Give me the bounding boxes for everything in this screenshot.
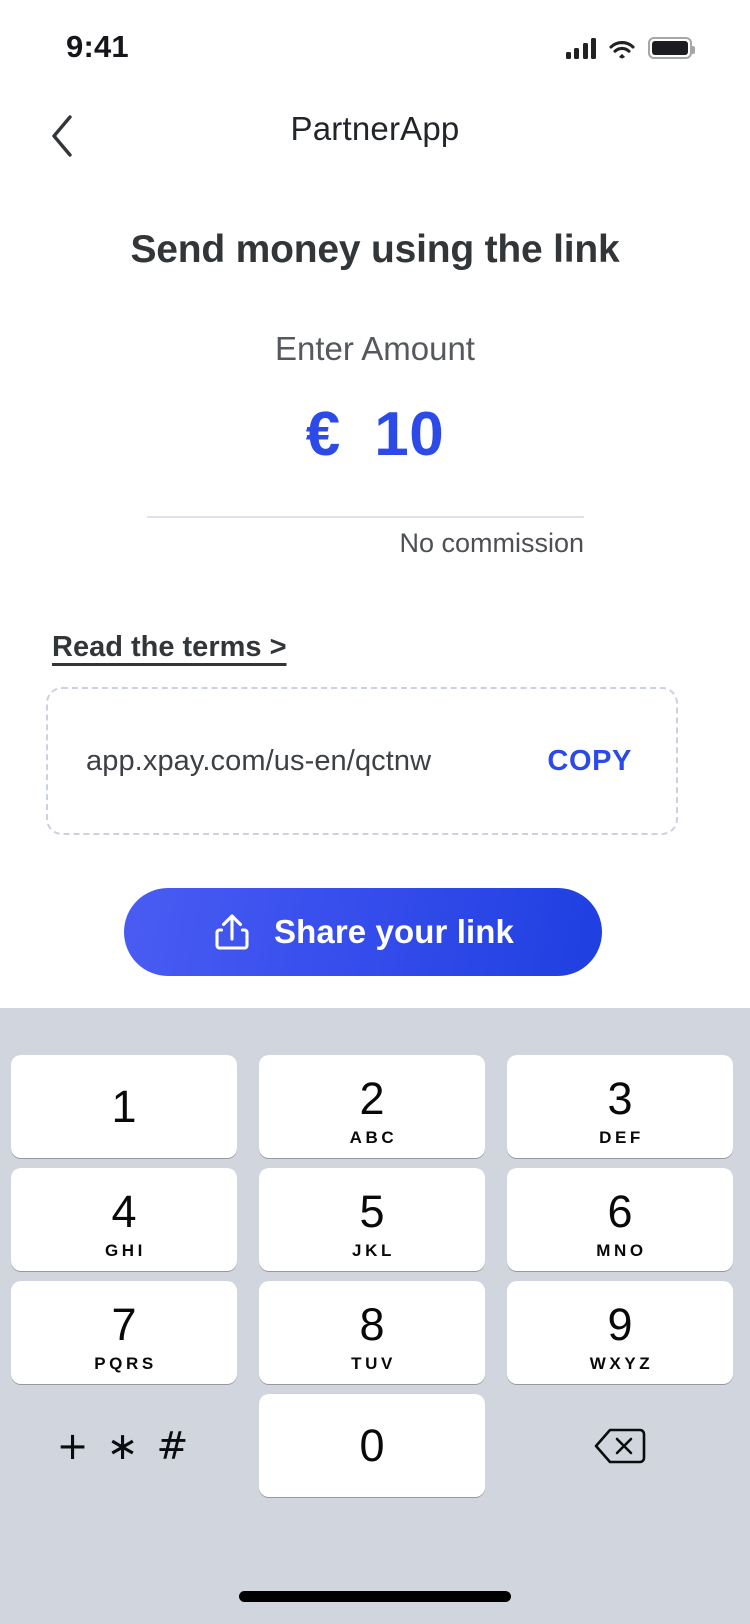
key-digit: 5 (359, 1185, 385, 1237)
key-7[interactable]: 7 PQRS (11, 1281, 237, 1384)
share-link-box: app.xpay.com/us-en/qctnw COPY (46, 687, 678, 835)
home-indicator (239, 1591, 511, 1602)
share-button-label: Share your link (274, 913, 514, 950)
key-digit: 1 (111, 1081, 137, 1132)
numeric-keypad: 1 2 ABC 3 DEF 4 GHI 5 JKL 6 MNO 7 PQRS 8… (0, 1008, 750, 1624)
key-letters: DEF (599, 1127, 644, 1147)
key-digit: 7 (111, 1298, 137, 1350)
keypad-row: + ∗ # 0 (0, 1394, 750, 1497)
key-0[interactable]: 0 (259, 1394, 485, 1497)
keypad-grid: 1 2 ABC 3 DEF 4 GHI 5 JKL 6 MNO 7 PQRS 8… (0, 1055, 750, 1507)
enter-amount-label: Enter Amount (275, 330, 475, 367)
commission-note: No commission (399, 528, 584, 558)
read-terms-link[interactable]: Read the terms > (52, 631, 287, 664)
key-6[interactable]: 6 MNO (507, 1168, 733, 1271)
key-letters: TUV (351, 1353, 396, 1373)
headline: Send money using the link (130, 228, 620, 271)
backspace-delete-icon (594, 1428, 646, 1463)
key-4[interactable]: 4 GHI (11, 1168, 237, 1271)
status-bar-icons (565, 37, 695, 59)
share-upload-icon (215, 914, 249, 950)
amount-value: 10 (374, 400, 445, 469)
key-9[interactable]: 9 WXYZ (507, 1281, 733, 1384)
key-symbols-label: + ∗ # (56, 1423, 192, 1468)
key-letters: WXYZ (589, 1353, 654, 1373)
share-your-link-button[interactable]: Share your link (124, 888, 602, 976)
key-delete[interactable] (507, 1394, 733, 1497)
copy-button[interactable]: COPY (547, 745, 632, 778)
keypad-row: 4 GHI 5 JKL 6 MNO (0, 1168, 750, 1271)
key-2[interactable]: 2 ABC (259, 1055, 485, 1158)
key-letters: MNO (596, 1240, 647, 1260)
keypad-row: 1 2 ABC 3 DEF (0, 1055, 750, 1158)
key-digit: 0 (359, 1420, 385, 1471)
key-8[interactable]: 8 TUV (259, 1281, 485, 1384)
cellular-signal-icon (565, 37, 596, 59)
key-letters: GHI (104, 1240, 147, 1260)
keypad-row: 7 PQRS 8 TUV 9 WXYZ (0, 1281, 750, 1384)
key-digit: 3 (607, 1072, 633, 1124)
status-bar-time: 9:41 (66, 29, 129, 64)
phone-screen: 9:41 PartnerApp Send money using the lin… (0, 0, 750, 1624)
key-letters: JKL (352, 1240, 395, 1260)
key-5[interactable]: 5 JKL (259, 1168, 485, 1271)
amount-divider (147, 516, 584, 518)
key-digit: 4 (111, 1185, 137, 1237)
share-link-url: app.xpay.com/us-en/qctnw (86, 744, 432, 777)
key-1[interactable]: 1 (11, 1055, 237, 1158)
key-3[interactable]: 3 DEF (507, 1055, 733, 1158)
currency-symbol: € (305, 400, 341, 469)
nav-bar: PartnerApp (0, 88, 750, 184)
key-symbols[interactable]: + ∗ # (11, 1394, 237, 1497)
page-title: PartnerApp (290, 110, 460, 147)
status-bar: 9:41 (0, 0, 750, 88)
key-letters: ABC (349, 1127, 398, 1147)
wifi-icon (609, 40, 635, 59)
battery-icon (648, 37, 695, 59)
key-digit: 9 (607, 1298, 633, 1350)
key-digit: 2 (359, 1072, 385, 1124)
key-digit: 6 (607, 1185, 633, 1237)
key-digit: 8 (359, 1298, 385, 1350)
amount-display[interactable]: € 10 (0, 404, 750, 466)
key-letters: PQRS (94, 1353, 157, 1373)
